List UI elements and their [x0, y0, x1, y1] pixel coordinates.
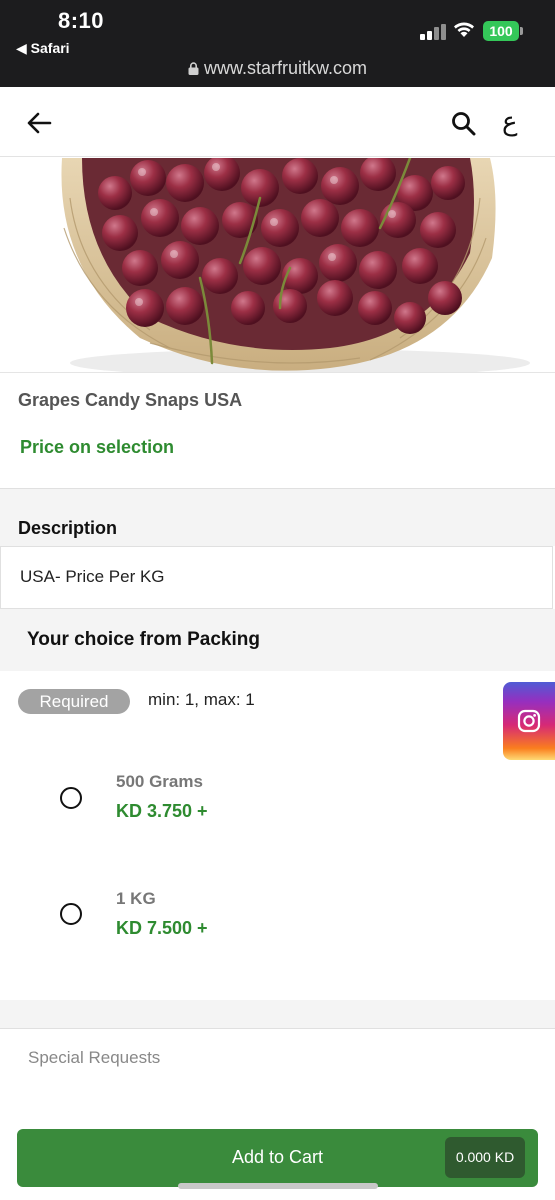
status-bar: 8:10 ◀ Safari 100 www.starfruitkw.com	[0, 0, 555, 87]
instagram-icon	[517, 709, 541, 733]
special-requests-section	[0, 1028, 555, 1128]
option-name: 1 KG	[116, 889, 156, 908]
url-bar[interactable]: www.starfruitkw.com	[0, 58, 555, 79]
app-header: ع	[0, 87, 555, 157]
wifi-icon	[454, 22, 474, 37]
radio-button[interactable]	[60, 903, 82, 925]
url-text: www.starfruitkw.com	[203, 58, 368, 78]
product-image	[0, 158, 555, 373]
battery-indicator: 100	[483, 21, 519, 41]
option-name: 500 Grams	[116, 772, 203, 791]
price-note: Price on selection	[20, 437, 175, 457]
radio-button[interactable]	[60, 787, 82, 809]
description-heading: Description	[18, 518, 118, 538]
home-indicator	[178, 1183, 378, 1189]
section-divider	[0, 1000, 555, 1028]
search-icon[interactable]	[451, 111, 477, 137]
cart-total: 0.000 KD	[445, 1137, 525, 1178]
packing-heading: Your choice from Packing	[27, 629, 260, 650]
product-title: Grapes Candy Snaps USA	[18, 390, 243, 410]
required-badge: Required	[18, 689, 130, 714]
cellular-signal-icon	[420, 24, 446, 40]
arrow-left-icon[interactable]	[26, 111, 52, 135]
packing-option[interactable]: 500 Grams KD 3.750 +	[0, 740, 555, 850]
selection-constraint: min: 1, max: 1	[148, 690, 255, 709]
battery-tip	[520, 27, 523, 35]
special-requests-input[interactable]	[28, 1048, 528, 1068]
back-to-safari-link[interactable]: ◀ Safari	[16, 40, 70, 57]
status-time: 8:10	[58, 8, 105, 33]
add-to-cart-button[interactable]: Add to Cart 0.000 KD	[17, 1129, 538, 1187]
grapes-basket-image	[61, 158, 530, 372]
option-price: KD 3.750 +	[116, 801, 208, 821]
description-text: USA- Price Per KG	[20, 567, 165, 586]
language-toggle-button[interactable]: ع	[502, 107, 518, 137]
lock-icon	[188, 62, 199, 75]
option-price: KD 7.500 +	[116, 918, 208, 938]
packing-option[interactable]: 1 KG KD 7.500 +	[0, 857, 555, 967]
